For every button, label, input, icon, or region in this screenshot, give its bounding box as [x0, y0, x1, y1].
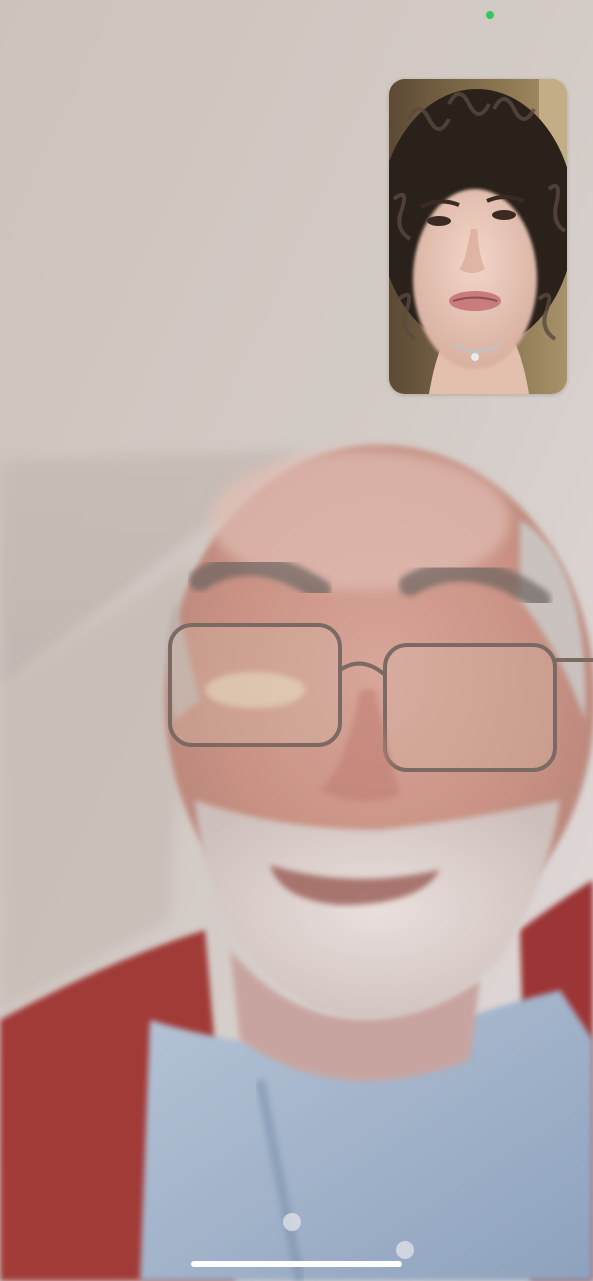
self-view-thumbnail[interactable] [389, 79, 567, 394]
home-indicator[interactable] [191, 1261, 402, 1267]
facetime-call-screen [0, 0, 593, 1281]
camera-in-use-indicator [486, 11, 494, 19]
